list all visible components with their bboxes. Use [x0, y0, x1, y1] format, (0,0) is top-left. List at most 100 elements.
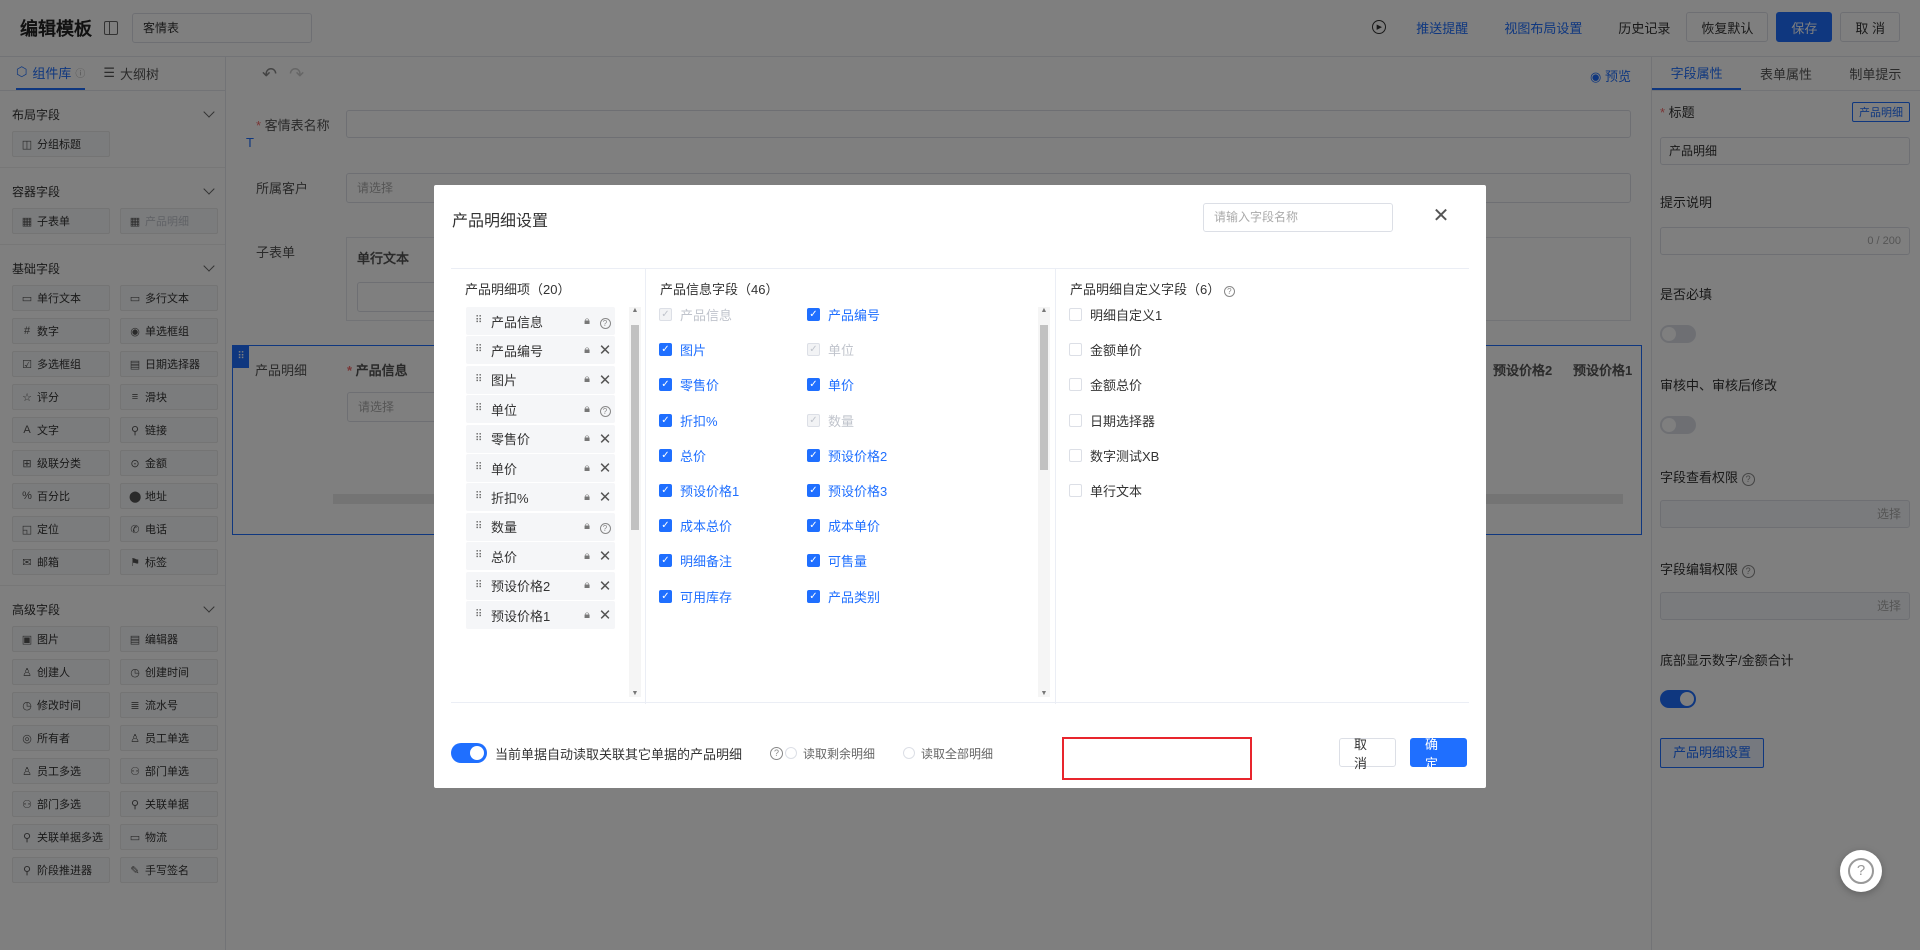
detail-item[interactable]: ⠿ 总价 🔒︎ ✕: [466, 542, 615, 571]
question-icon: ?: [1848, 858, 1874, 884]
lock-icon[interactable]: 🔒︎: [579, 403, 595, 416]
checkbox-icon: ✓: [807, 343, 820, 357]
custom-field-checkbox[interactable]: 金额单价: [1069, 340, 1142, 359]
dialog-title: 产品明细设置: [452, 213, 549, 230]
help-icon[interactable]: ?: [770, 746, 784, 760]
checkbox-icon: ✓: [659, 519, 672, 533]
checkbox-icon: [1069, 448, 1082, 462]
detail-items-column: 产品明细项（20） ⠿ 产品信息 🔒︎? ⠿ 产品编号 🔒︎ ✕ ⠿ 图片 🔒︎ ✕ ⠿ 单位 🔒︎? ⠿ 零…: [451, 269, 646, 704]
lock-icon[interactable]: 🔒︎: [579, 550, 595, 563]
custom-field-checkbox[interactable]: 明细自定义1: [1069, 305, 1162, 324]
custom-field-checkbox[interactable]: 金额总价: [1069, 375, 1142, 394]
info-field-checkbox[interactable]: ✓ 总价: [659, 446, 706, 465]
info-field-checkbox[interactable]: ✓ 折扣%: [659, 411, 718, 430]
remove-icon[interactable]: ✕: [595, 547, 615, 565]
info-fields-scrollbar[interactable]: ▲ ▼: [1038, 307, 1050, 697]
checkbox-icon: ✓: [807, 378, 820, 392]
detail-items-scrollbar[interactable]: ▲ ▼: [629, 307, 641, 697]
remove-icon[interactable]: ✕: [595, 341, 615, 359]
drag-handle-icon[interactable]: ⠿: [475, 404, 482, 414]
drag-handle-icon[interactable]: ⠿: [475, 580, 482, 590]
info-field-checkbox[interactable]: ✓ 产品编号: [807, 305, 880, 324]
info-field-checkbox[interactable]: ✓ 成本单价: [807, 516, 880, 535]
radio-read-remaining[interactable]: 读取剩余明细: [785, 745, 875, 762]
info-field-checkbox[interactable]: ✓ 产品类别: [807, 587, 880, 606]
lock-icon[interactable]: 🔒︎: [579, 609, 595, 622]
checkbox-icon: ✓: [807, 448, 820, 462]
auto-read-toggle[interactable]: [451, 743, 487, 763]
info-field-checkbox[interactable]: ✓ 零售价: [659, 375, 719, 394]
drag-handle-icon[interactable]: ⠿: [475, 316, 482, 326]
custom-field-checkbox[interactable]: 数字测试XB: [1069, 446, 1159, 465]
checkbox-icon: ✓: [807, 308, 820, 321]
remove-icon[interactable]: ✕: [595, 371, 615, 389]
drag-handle-icon[interactable]: ⠿: [475, 433, 482, 443]
detail-items-title: 产品明细项（20）: [465, 282, 571, 297]
info-field-checkbox[interactable]: ✓ 可用库存: [659, 587, 732, 606]
custom-fields-title: 产品明细自定义字段（6） ?: [1070, 279, 1235, 298]
lock-icon[interactable]: 🔒︎: [579, 432, 595, 445]
checkbox-icon: ✓: [659, 589, 672, 603]
custom-field-checkbox[interactable]: 日期选择器: [1069, 411, 1155, 430]
scroll-up-icon: ▲: [631, 307, 639, 314]
dialog-cancel-button[interactable]: 取 消: [1339, 737, 1396, 771]
info-field-checkbox[interactable]: ✓ 明细备注: [659, 551, 732, 570]
lock-icon[interactable]: 🔒︎: [579, 462, 595, 475]
detail-item[interactable]: ⠿ 图片 🔒︎ ✕: [466, 365, 615, 394]
lock-icon[interactable]: 🔒︎: [579, 520, 595, 533]
detail-item[interactable]: ⠿ 预设价格1 🔒︎ ✕: [466, 601, 615, 629]
checkbox-icon: ✓: [807, 413, 820, 427]
checkbox-icon: [1069, 378, 1082, 392]
remove-icon[interactable]: ✕: [595, 577, 615, 595]
info-field-checkbox[interactable]: ✓ 单价: [807, 375, 854, 394]
checkbox-icon: ✓: [659, 413, 672, 427]
info-field-checkbox[interactable]: ✓ 成本总价: [659, 516, 732, 535]
lock-icon[interactable]: 🔒︎: [579, 373, 595, 386]
info-field-checkbox[interactable]: ✓ 可售量: [807, 551, 867, 570]
detail-item[interactable]: ⠿ 零售价 🔒︎ ✕: [466, 424, 615, 453]
remove-icon[interactable]: ✕: [595, 606, 615, 624]
checkbox-icon: [1069, 413, 1082, 427]
help-float-button[interactable]: ?: [1840, 850, 1882, 892]
checkbox-icon: [1069, 484, 1082, 497]
detail-item[interactable]: ⠿ 单价 🔒︎ ✕: [466, 454, 615, 482]
info-field-checkbox: ✓ 产品信息: [659, 305, 732, 324]
lock-icon[interactable]: 🔒︎: [579, 491, 595, 504]
info-fields-title: 产品信息字段（46）: [660, 282, 779, 297]
radio-read-all[interactable]: 读取全部明细: [903, 745, 993, 762]
detail-item[interactable]: ⠿ 产品编号 🔒︎ ✕: [466, 336, 615, 365]
lock-icon[interactable]: 🔒︎: [579, 579, 595, 592]
checkbox-icon: ✓: [659, 378, 672, 392]
dialog-confirm-button[interactable]: 确 定: [1410, 737, 1467, 771]
info-field-checkbox[interactable]: ✓ 预设价格2: [807, 446, 887, 465]
drag-handle-icon[interactable]: ⠿: [475, 551, 482, 561]
checkbox-icon: ✓: [659, 308, 672, 321]
drag-handle-icon[interactable]: ⠿: [475, 492, 482, 502]
drag-handle-icon[interactable]: ⠿: [475, 463, 482, 473]
info-field-checkbox: ✓ 单位: [807, 340, 854, 359]
info-field-checkbox[interactable]: ✓ 预设价格3: [807, 481, 887, 500]
remove-icon[interactable]: ✕: [595, 430, 615, 448]
remove-icon[interactable]: ✕: [595, 459, 615, 477]
close-icon[interactable]: ✕: [1432, 206, 1450, 226]
detail-item[interactable]: ⠿ 预设价格2 🔒︎ ✕: [466, 571, 615, 600]
checkbox-icon: ✓: [807, 554, 820, 568]
remove-icon[interactable]: ✕: [595, 488, 615, 506]
lock-icon[interactable]: 🔒︎: [579, 315, 595, 328]
drag-handle-icon[interactable]: ⠿: [475, 374, 482, 384]
custom-field-checkbox[interactable]: 单行文本: [1069, 481, 1142, 500]
drag-handle-icon[interactable]: ⠿: [475, 610, 482, 620]
detail-item[interactable]: ⠿ 折扣% 🔒︎ ✕: [466, 483, 615, 512]
detail-item[interactable]: ⠿ 产品信息 🔒︎?: [466, 307, 615, 335]
detail-item[interactable]: ⠿ 数量 🔒︎?: [466, 512, 615, 541]
checkbox-icon: [1069, 343, 1082, 357]
help-icon: ?: [595, 313, 615, 330]
field-search-input[interactable]: 请输入字段名称: [1203, 203, 1393, 232]
info-field-checkbox[interactable]: ✓ 图片: [659, 340, 706, 359]
dialog-footer: 当前单据自动读取关联其它单据的产品明细 ? 读取剩余明细 读取全部明细: [451, 740, 993, 766]
drag-handle-icon[interactable]: ⠿: [475, 345, 482, 355]
drag-handle-icon[interactable]: ⠿: [475, 521, 482, 531]
info-field-checkbox[interactable]: ✓ 预设价格1: [659, 481, 739, 500]
lock-icon[interactable]: 🔒︎: [579, 344, 595, 357]
detail-item[interactable]: ⠿ 单位 🔒︎?: [466, 395, 615, 424]
